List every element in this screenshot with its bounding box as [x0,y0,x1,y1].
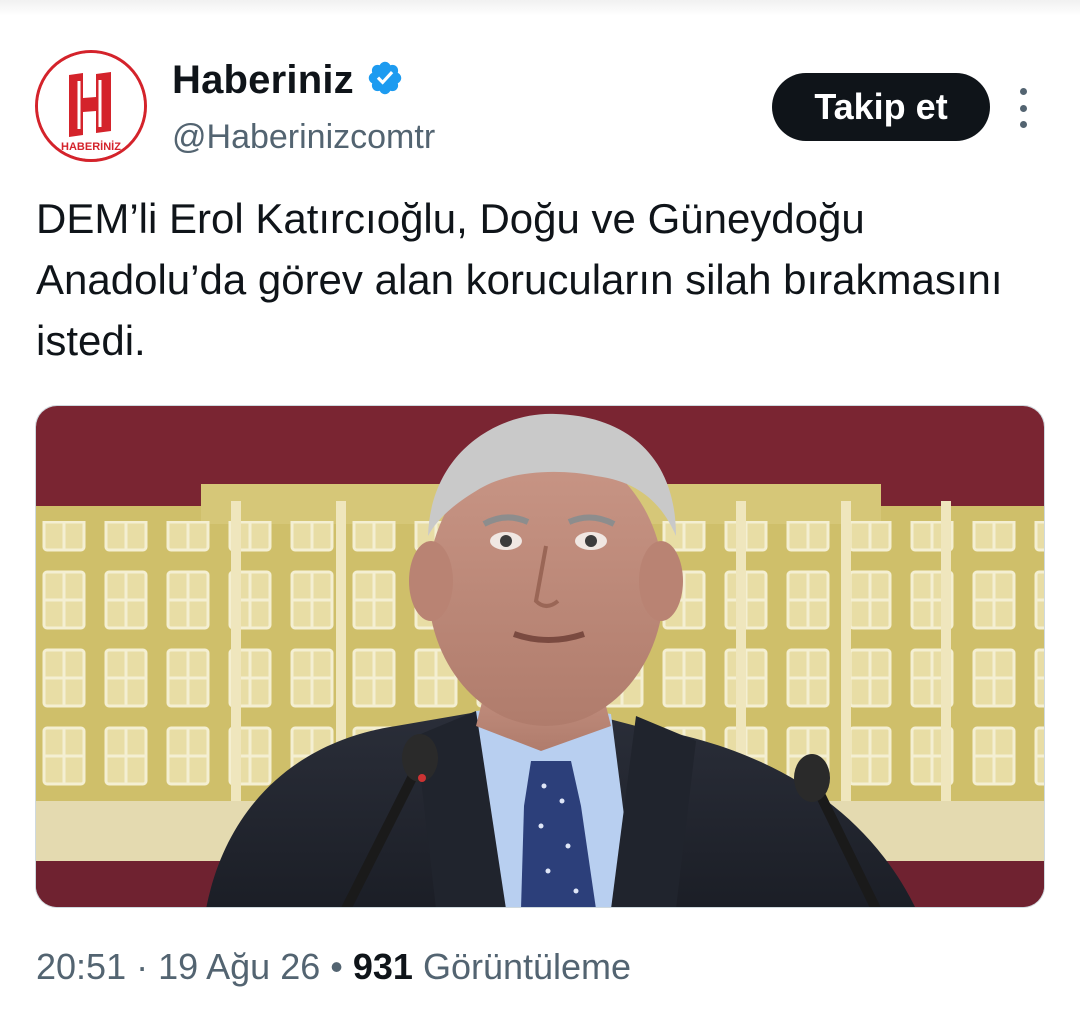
tweet-meta: 20:51 · 19 Ağu 26 • 931 Görüntüleme [36,946,631,988]
account-avatar[interactable]: HABERİNİZ [35,50,147,162]
verified-badge-icon [366,59,404,102]
follow-button[interactable]: Takip et [772,73,990,141]
tweet-text: DEM’li Erol Katırcıoğlu, Doğu ve Güneydo… [36,195,1003,364]
account-name[interactable]: Haberiniz [172,58,354,103]
account-name-row[interactable]: Haberiniz [172,56,404,104]
account-handle[interactable]: @Haberinizcomtr [172,118,435,157]
views-count[interactable]: 931 [353,946,413,988]
top-divider [0,0,1080,16]
logo-text: HABERİNİZ [61,140,121,153]
more-dot [1019,104,1027,112]
tweet-date[interactable]: 19 Ağu 26 [158,946,320,988]
more-vertical-icon[interactable] [1012,88,1034,128]
tweet-time[interactable]: 20:51 [36,946,126,988]
meta-separator: · [136,946,149,987]
views-label[interactable]: Görüntüleme [423,946,631,988]
more-dot [1019,121,1027,128]
more-dot [1019,88,1027,95]
meta-separator: • [330,946,343,987]
haberiniz-logo-icon: HABERİNİZ [38,53,144,159]
tweet-photo[interactable] [35,405,1045,908]
